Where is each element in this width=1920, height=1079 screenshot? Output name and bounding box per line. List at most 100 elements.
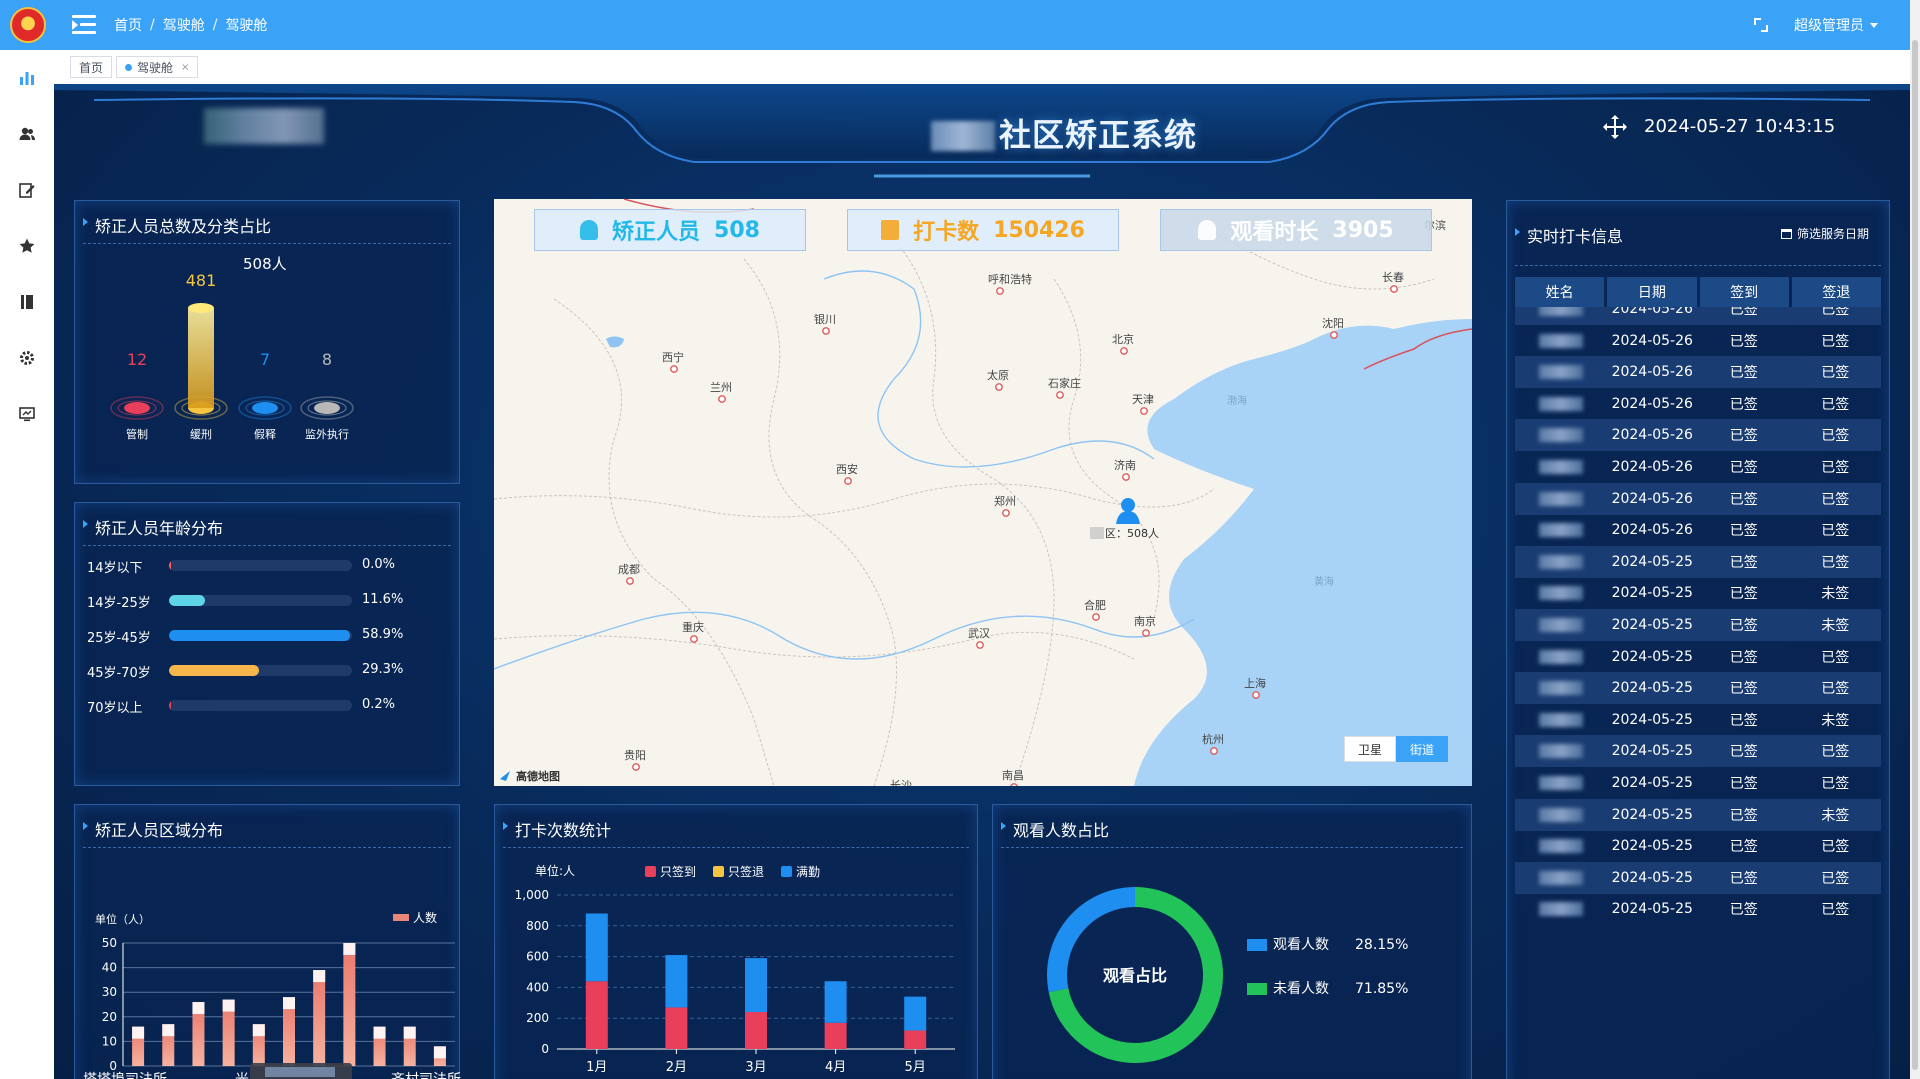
category-item: 7 假释 <box>238 350 292 441</box>
cell-date: 2024-05-25 <box>1611 806 1693 823</box>
breadcrumb-home[interactable]: 首页 <box>114 15 142 35</box>
table-row[interactable]: 2024-05-25 已签 未签 <box>1515 577 1881 609</box>
page-scrollbar[interactable] <box>1910 0 1920 1079</box>
table-row[interactable]: 2024-05-25 已签 已签 <box>1515 672 1881 705</box>
table-row[interactable]: 2024-05-26 已签 已签 <box>1515 514 1881 546</box>
cell-date: 2024-05-25 <box>1611 585 1693 602</box>
cell-name <box>1515 641 1607 673</box>
table-row[interactable]: 2024-05-26 已签 已签 <box>1515 356 1881 389</box>
close-icon[interactable]: × <box>181 62 189 73</box>
checkin-bar <box>904 996 927 1031</box>
edit-icon[interactable] <box>18 181 36 199</box>
col-date: 日期 <box>1607 277 1697 307</box>
city-label: 成都 <box>618 563 640 576</box>
checkin-ytick: 600 <box>526 950 549 964</box>
cell-name <box>1515 514 1607 546</box>
tab-cockpit[interactable]: 驾驶舱 × <box>116 56 199 78</box>
legend-swatch <box>1247 939 1267 951</box>
region-bar <box>313 970 326 1066</box>
cell-date: 2024-05-25 <box>1611 617 1693 633</box>
checkin-legend: 只签退 <box>728 864 764 879</box>
cell-signin: 已签 <box>1729 523 1758 540</box>
cell-date: 2024-05-26 <box>1611 522 1693 539</box>
table-row[interactable]: 2024-05-25 已签 已签 <box>1515 893 1881 925</box>
region-tooltip: 人数10 <box>250 1063 352 1079</box>
table-row[interactable]: 2024-05-25 已签 未签 <box>1515 704 1881 736</box>
book-icon[interactable] <box>18 293 36 311</box>
table-row[interactable]: 2024-05-26 已签 已签 <box>1515 451 1881 483</box>
cell-signout: 已签 <box>1821 307 1850 318</box>
cell-signout: 已签 <box>1821 649 1850 666</box>
legend-swatch <box>713 866 724 877</box>
cell-signin: 已签 <box>1729 839 1758 856</box>
city-label: 重庆 <box>682 620 704 634</box>
table-row[interactable]: 2024-05-26 已签 已签 <box>1515 307 1881 325</box>
tab-home[interactable]: 首页 <box>70 56 113 78</box>
region-ytick: 20 <box>102 1010 117 1024</box>
user-menu[interactable]: 超级管理员 <box>1794 15 1878 35</box>
cell-date: 2024-05-26 <box>1611 307 1693 317</box>
cell-signin: 已签 <box>1729 460 1758 476</box>
cell-signout: 已签 <box>1821 365 1850 382</box>
move-icon[interactable] <box>1602 114 1628 140</box>
fullscreen-exit-icon[interactable] <box>1754 18 1768 32</box>
table-row[interactable]: 2024-05-25 已签 已签 <box>1515 861 1881 894</box>
building-icon <box>881 220 900 240</box>
cell-signout: 未签 <box>1821 586 1850 603</box>
watch-donut-chart: 观看占比 观看人数 28.15% 未看人数 71.85% <box>1047 887 1408 1063</box>
category-item: 8 监外执行 <box>300 350 354 441</box>
age-fill <box>169 700 171 711</box>
table-row[interactable]: 2024-05-25 已签 未签 <box>1515 798 1881 831</box>
legend-swatch <box>645 866 656 877</box>
region-legend: 人数 <box>413 910 437 925</box>
region-ytick: 0 <box>109 1059 117 1073</box>
table-row[interactable]: 2024-05-26 已签 已签 <box>1515 325 1881 357</box>
checkin-bar <box>745 958 767 1013</box>
watch-legend-label: 未看人数 <box>1273 981 1329 997</box>
cell-signin: 已签 <box>1729 870 1758 887</box>
map-stat-1: 打卡数 150426 <box>847 209 1119 251</box>
user-icon <box>1198 220 1217 240</box>
table-row[interactable]: 2024-05-26 已签 已签 <box>1515 482 1881 515</box>
region-unit: 单位（人） <box>95 912 150 926</box>
age-fill <box>169 595 205 606</box>
marker-label: 区：508人 <box>1105 527 1159 540</box>
table-row[interactable]: 2024-05-25 已签 未签 <box>1515 609 1881 641</box>
map-satellite-button[interactable]: 卫星 <box>1344 736 1396 762</box>
table-row[interactable]: 2024-05-26 已签 已签 <box>1515 388 1881 420</box>
region-ytick: 40 <box>102 961 117 975</box>
table-row[interactable]: 2024-05-25 已签 已签 <box>1515 545 1881 578</box>
dashboard-title: 社区矫正系统 <box>854 110 1274 156</box>
table-row[interactable]: 2024-05-25 已签 已签 <box>1515 830 1881 862</box>
map-canvas[interactable]: 西宁兰州 银川 呼和浩特北京天津 石家庄 太原 沈阳 长春济南郑州 西安成都重庆 武汉 合肥南京上… <box>494 199 1472 786</box>
sea-label-huanghai: 黄海 <box>1314 575 1334 588</box>
map[interactable]: 西宁 兰州 银川 呼和浩特 北京 天津 石家庄 太原 沈阳 长春 济南 郑州 西安 成都 重庆 武汉 合肥 南京上… <box>494 199 1472 786</box>
map-street-button[interactable]: 街道 <box>1396 736 1448 762</box>
region-bar-chart: 单位（人） 人数 0 10 20 30 40 50 塔塔埠司法所 光 齐村司法所 人数10 <box>83 910 461 1079</box>
users-icon[interactable] <box>18 125 36 143</box>
user-name: 超级管理员 <box>1794 18 1864 34</box>
table-row[interactable]: 2024-05-26 已签 已签 <box>1515 419 1881 452</box>
cell-name <box>1515 577 1607 609</box>
table-body[interactable]: 2024-05-26 已签 已签 2024-05-26 已签 已签 2024-0… <box>1507 307 1891 1079</box>
cell-signin: 已签 <box>1729 649 1758 666</box>
city-dot <box>1142 629 1150 637</box>
gear-icon[interactable] <box>18 349 36 367</box>
cell-signin: 已签 <box>1729 586 1758 603</box>
cell-signout: 已签 <box>1821 428 1850 445</box>
breadcrumb-cockpit[interactable]: 驾驶舱 <box>163 15 205 35</box>
category-value: 481 <box>186 271 217 290</box>
table-row[interactable]: 2024-05-25 已签 已签 <box>1515 641 1881 673</box>
table-row[interactable]: 2024-05-25 已签 已签 <box>1515 735 1881 768</box>
filter-date-button[interactable]: 筛选服务日期 <box>1780 225 1869 242</box>
scrollbar-thumb[interactable] <box>1912 40 1918 1070</box>
cell-name <box>1515 893 1607 925</box>
monitor-icon[interactable] <box>18 405 36 423</box>
city-dot <box>1252 691 1260 699</box>
star-icon[interactable] <box>18 237 36 255</box>
cell-name <box>1515 799 1607 831</box>
city-dot <box>690 635 698 643</box>
menu-toggle-icon[interactable] <box>72 15 96 35</box>
table-row[interactable]: 2024-05-25 已签 已签 <box>1515 767 1881 799</box>
chart-bar-icon[interactable] <box>18 69 36 87</box>
